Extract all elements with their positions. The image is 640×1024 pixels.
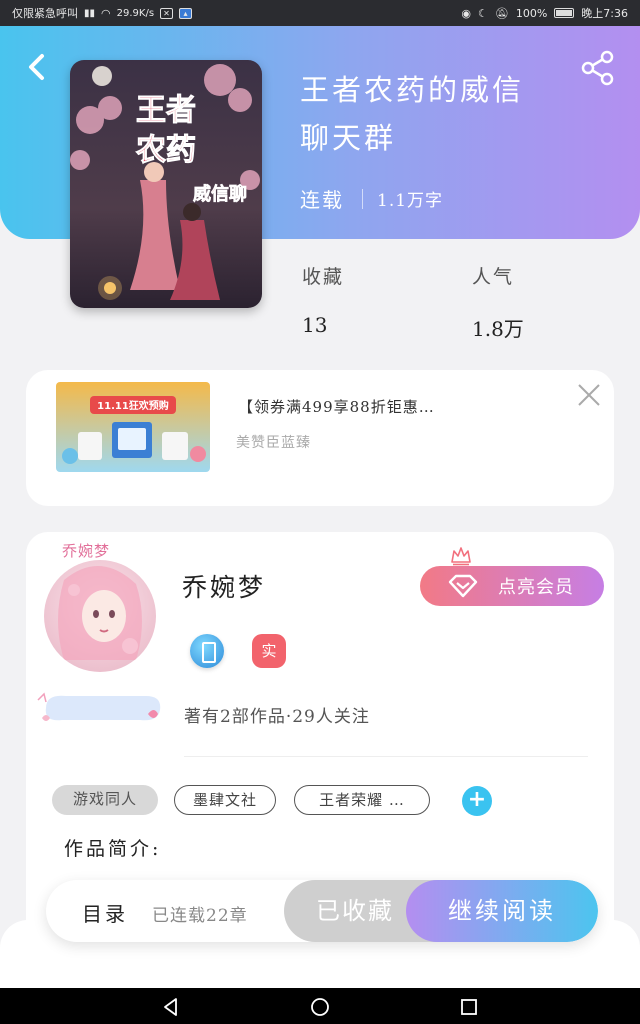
popularity-value: 1.8万 bbox=[472, 317, 524, 341]
word-count: 1.1万字 bbox=[377, 191, 444, 211]
ad-source: 美赞臣蓝臻 bbox=[236, 435, 311, 451]
nav-home-icon[interactable] bbox=[309, 996, 331, 1018]
clock: 晚上7:36 bbox=[581, 7, 628, 20]
book-cover[interactable]: 王者 农药 威信聊 bbox=[70, 60, 262, 308]
system-nav-bar bbox=[0, 988, 640, 1024]
chapter-count[interactable]: 已连载22章 bbox=[152, 901, 248, 926]
cover-illustration: 王者 农药 威信聊 bbox=[70, 60, 262, 308]
back-button[interactable] bbox=[22, 50, 52, 84]
ad-banner-image[interactable]: 11.11狂欢预购 bbox=[56, 382, 210, 472]
author-avatar[interactable] bbox=[44, 560, 156, 672]
ad-card[interactable]: 11.11狂欢预购 【领券满499享88折钜惠… 美赞臣蓝臻 bbox=[26, 370, 614, 506]
popularity-label: 人气 bbox=[472, 266, 515, 288]
tag-honor-of-kings[interactable]: 王者荣耀 … bbox=[294, 785, 430, 815]
add-tag-button[interactable]: + bbox=[462, 786, 492, 816]
collect-stat: 收藏 13 bbox=[302, 262, 344, 337]
wifi-icon: ◠ bbox=[101, 6, 111, 20]
book-title-line1: 王者农药的威信 bbox=[300, 73, 525, 107]
network-speed: 29.9K/s bbox=[116, 7, 155, 19]
author-name[interactable]: 乔婉梦 bbox=[182, 568, 266, 604]
author-divider bbox=[184, 756, 588, 757]
tag-moshi-society[interactable]: 墨肆文社 bbox=[174, 785, 276, 815]
ad-close-button[interactable] bbox=[574, 380, 604, 410]
app-notification-icon: ✕ bbox=[160, 7, 174, 19]
meta-divider bbox=[362, 188, 363, 209]
action-bar: 目录 已连载22章 已收藏 继续阅读 bbox=[46, 880, 598, 942]
battery-percent: 100% bbox=[515, 6, 548, 20]
book-meta: 连载 1.1万字 bbox=[300, 184, 443, 213]
status-bar: 仅限紧急呼叫 ▮▮ ◠ 29.9K/s ✕ ▴ ◉ ☾ 🔕︎ 100% 晚上7:… bbox=[0, 0, 640, 26]
vip-label: 点亮会员 bbox=[498, 577, 574, 598]
close-icon bbox=[578, 384, 600, 406]
real-name-badge: 实 bbox=[252, 634, 286, 668]
mute-icon: 🔕︎ bbox=[494, 6, 509, 20]
tag-game-fanfic[interactable]: 游戏同人 bbox=[52, 785, 158, 815]
collect-value: 13 bbox=[302, 313, 328, 337]
author-works-info: 著有2部作品·29人关注 bbox=[184, 707, 370, 727]
vip-button[interactable]: 点亮会员 bbox=[420, 566, 604, 606]
gallery-notification-icon: ▴ bbox=[179, 7, 193, 19]
battery-icon bbox=[554, 8, 575, 18]
book-title: 王者农药的威信 聊天群 bbox=[300, 66, 600, 162]
ad-banner-text: 11.11狂欢预购 bbox=[97, 399, 169, 412]
nav-back-icon[interactable] bbox=[160, 996, 182, 1018]
cover-title-text: 王者 bbox=[136, 93, 196, 128]
book-title-line2: 聊天群 bbox=[300, 121, 397, 155]
toc-button[interactable]: 目录 bbox=[82, 898, 128, 927]
ad-title[interactable]: 【领券满499享88折钜惠… bbox=[238, 396, 435, 417]
name-tag-decoration bbox=[37, 692, 161, 721]
phone-verified-icon bbox=[190, 634, 224, 668]
signal-icon: ▮▮ bbox=[84, 7, 96, 19]
svg-text:农药: 农药 bbox=[135, 133, 196, 168]
nav-recents-icon[interactable] bbox=[458, 996, 480, 1018]
name-tag-text: 乔婉梦 bbox=[62, 542, 111, 560]
moon-icon: ☾ bbox=[478, 6, 488, 20]
intro-label: 作品简介: bbox=[64, 838, 162, 860]
crown-icon bbox=[451, 547, 471, 566]
popularity-stat: 人气 1.8万 bbox=[472, 262, 524, 342]
serial-status: 连载 bbox=[300, 188, 344, 212]
chevron-left-icon bbox=[29, 54, 44, 80]
eye-icon: ◉ bbox=[461, 6, 471, 20]
continue-reading-button[interactable]: 继续阅读 bbox=[406, 880, 598, 942]
collect-label: 收藏 bbox=[302, 266, 345, 288]
svg-text:威信聊: 威信聊 bbox=[193, 183, 247, 205]
carrier-text: 仅限紧急呼叫 bbox=[12, 7, 78, 20]
diamond-icon bbox=[448, 574, 478, 598]
